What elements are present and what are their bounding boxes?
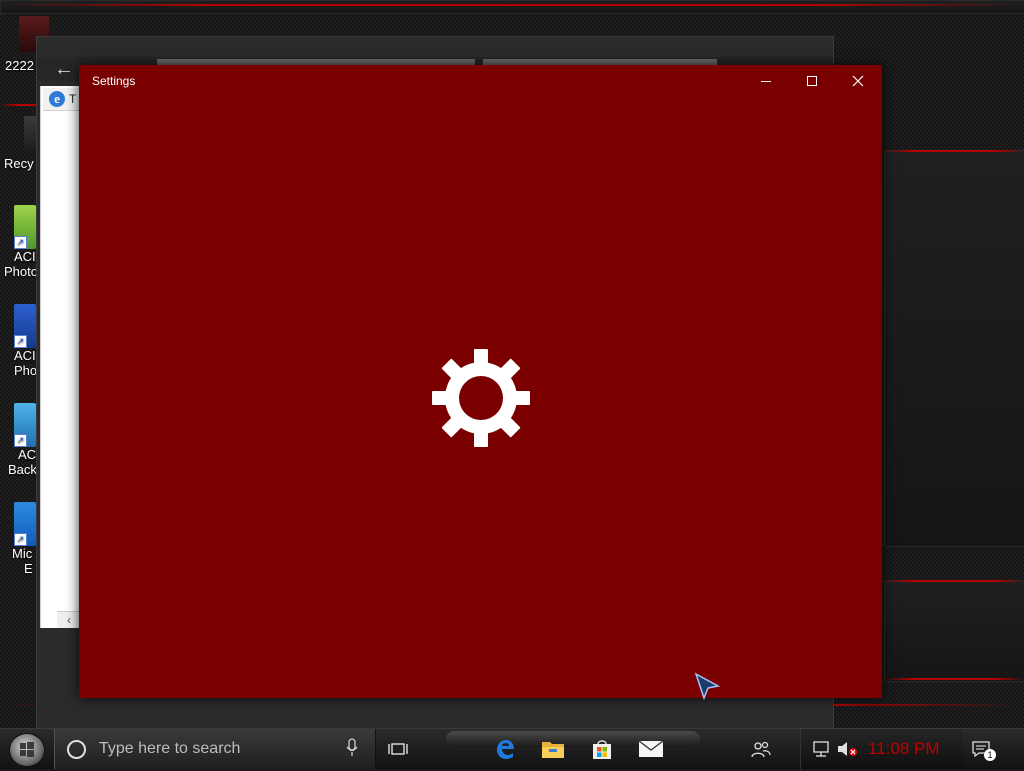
- search-input[interactable]: Type here to search: [99, 740, 240, 758]
- mouse-cursor-icon: [694, 672, 720, 700]
- desktop-icon[interactable]: ↗ ACI Photo: [4, 205, 38, 279]
- cortana-icon: [67, 740, 86, 759]
- shortcut-arrow-icon: ↗: [14, 434, 27, 447]
- settings-window[interactable]: Settings: [79, 65, 882, 698]
- file-explorer-taskbar-button[interactable]: [538, 735, 568, 763]
- file-explorer-icon: [542, 742, 564, 758]
- acd-photo-icon: ↗: [14, 304, 36, 348]
- desktop-panel: [0, 0, 1024, 14]
- task-view-icon: [388, 743, 408, 755]
- volume-button[interactable]: [832, 735, 862, 763]
- maximize-icon: [807, 76, 817, 86]
- minimize-button[interactable]: [743, 65, 789, 97]
- start-button[interactable]: [9, 733, 45, 767]
- desktop-panel: [884, 150, 1024, 547]
- browser-tab-title: T: [69, 92, 77, 106]
- desktop-icon-label: Mic: [12, 546, 33, 561]
- accent-line: [884, 150, 1024, 152]
- desktop-icon-label: Pho: [14, 363, 38, 378]
- browser-tab[interactable]: e T: [43, 88, 83, 111]
- edge-taskbar-button[interactable]: [490, 735, 520, 763]
- desktop-icon[interactable]: ↗ AC Back: [4, 403, 37, 477]
- internet-explorer-window[interactable]: e T ‹: [40, 86, 83, 628]
- microphone-icon[interactable]: [346, 738, 358, 758]
- store-icon: [593, 740, 611, 759]
- accent-line: [0, 4, 1024, 6]
- accent-line: [884, 678, 1024, 680]
- acd-photo-icon: ↗: [14, 205, 36, 249]
- shortcut-arrow-icon: ↗: [14, 236, 27, 249]
- people-button[interactable]: [746, 735, 776, 763]
- desktop-icon-label: Back: [8, 462, 37, 477]
- search-box[interactable]: Type here to search: [54, 729, 376, 769]
- desktop-icon[interactable]: ↗ Mic E: [4, 502, 36, 576]
- back-arrow-icon[interactable]: ←: [49, 57, 79, 81]
- backup-icon: ↗: [14, 403, 36, 447]
- desktop-icon-label: ACI: [14, 249, 36, 264]
- taskbar: Type here to search 11:08 PM 1: [0, 728, 1024, 769]
- clock[interactable]: 11:08 PM: [868, 739, 940, 759]
- desktop-icon-label: E: [24, 561, 33, 576]
- desktop-panel: [884, 580, 1024, 682]
- people-icon: [751, 741, 771, 758]
- gear-icon: [432, 349, 530, 447]
- desktop-icon-label: ACI: [14, 348, 36, 363]
- store-taskbar-button[interactable]: [587, 735, 617, 763]
- mail-icon: [638, 740, 664, 757]
- close-button[interactable]: [835, 65, 881, 97]
- task-view-button[interactable]: [383, 735, 413, 763]
- desktop-icon-label: AC: [18, 447, 37, 462]
- window-title: Settings: [92, 74, 136, 88]
- volume-muted-icon: [838, 742, 857, 756]
- desktop-icon[interactable]: ↗ ACI Pho: [4, 304, 37, 378]
- desktop-icon-label: Photo: [4, 264, 38, 279]
- accent-line: [884, 580, 1024, 582]
- close-icon: [852, 75, 864, 87]
- shortcut-arrow-icon: ↗: [14, 533, 27, 546]
- shortcut-arrow-icon: ↗: [14, 335, 27, 348]
- edge-icon: ↗: [14, 502, 36, 546]
- notification-count-badge: 1: [984, 749, 996, 761]
- network-icon: [813, 741, 829, 757]
- minimize-icon: [761, 81, 771, 82]
- mail-taskbar-button[interactable]: [636, 735, 666, 763]
- internet-explorer-icon: e: [49, 91, 65, 107]
- scroll-left-arrow-icon[interactable]: ‹: [57, 611, 81, 628]
- maximize-button[interactable]: [789, 65, 835, 97]
- edge-icon: [497, 740, 514, 759]
- windows-logo-icon: [20, 742, 34, 757]
